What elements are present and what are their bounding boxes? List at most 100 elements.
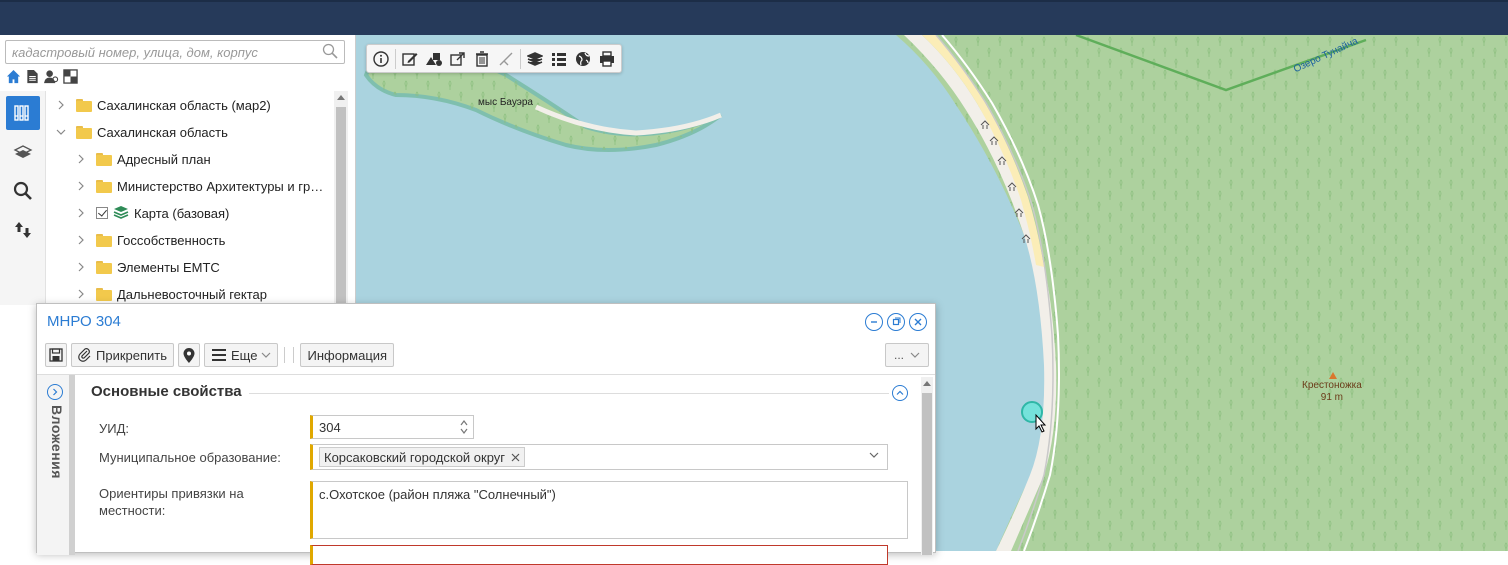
layer-tree: Сахалинская область (мар2) Сахалинская о… bbox=[50, 91, 334, 305]
municipality-label: Муниципальное образование: bbox=[99, 450, 281, 465]
locate-button[interactable] bbox=[178, 343, 201, 367]
overflow-dropdown[interactable]: ... bbox=[885, 343, 929, 367]
search-tab[interactable] bbox=[6, 174, 40, 208]
map-layer-icon bbox=[113, 205, 129, 222]
search-input[interactable] bbox=[12, 44, 322, 60]
dialog-toolbar: Прикрепить Еще Информация ... bbox=[45, 342, 929, 368]
scroll-up-icon[interactable] bbox=[923, 381, 931, 386]
tree-item-label: Элементы ЕМТС bbox=[117, 259, 220, 275]
document-icon[interactable] bbox=[24, 68, 40, 84]
toolbar-separator bbox=[395, 48, 396, 69]
info-button[interactable]: Информация bbox=[300, 343, 395, 367]
tree-item-label: Госсобственность bbox=[117, 232, 226, 248]
magnifier-icon bbox=[13, 181, 32, 200]
save-button[interactable] bbox=[45, 343, 67, 367]
edit-icon[interactable] bbox=[399, 48, 421, 70]
folder-icon bbox=[96, 179, 112, 193]
tree-item-label: Дальневосточный гектар bbox=[117, 286, 268, 302]
chevron-down-icon[interactable] bbox=[869, 452, 879, 458]
chevron-right-icon bbox=[53, 388, 58, 396]
print-icon[interactable] bbox=[596, 48, 618, 70]
measure-icon[interactable] bbox=[495, 48, 517, 70]
dialog-scrollbar[interactable] bbox=[921, 377, 933, 555]
spinner-icon[interactable] bbox=[459, 418, 469, 436]
search-icon[interactable] bbox=[322, 43, 338, 62]
person-search-icon[interactable] bbox=[43, 68, 59, 84]
minimize-button[interactable] bbox=[865, 313, 883, 331]
tree-item[interactable]: Министерство Архитектуры и гр… bbox=[76, 175, 323, 197]
chevron-right-icon[interactable] bbox=[76, 208, 86, 218]
info-icon[interactable] bbox=[370, 48, 392, 70]
tree-scrollbar[interactable] bbox=[334, 91, 348, 305]
landmarks-value: с.Охотское (район пляжа "Солнечный") bbox=[319, 487, 556, 502]
municipality-select[interactable]: Корсаковский городской округ bbox=[310, 444, 888, 470]
dialog-body: Вложения Основные свойства УИД: 304 Муни… bbox=[37, 374, 935, 565]
tree-item[interactable]: Карта (базовая) bbox=[76, 202, 229, 224]
shapes-edit-icon[interactable] bbox=[423, 48, 445, 70]
layers-icon[interactable] bbox=[524, 48, 546, 70]
chevron-right-icon[interactable] bbox=[76, 289, 86, 299]
map-stack-tab[interactable] bbox=[6, 135, 40, 169]
scrollbar-thumb[interactable] bbox=[336, 107, 346, 305]
municipality-tag-label: Корсаковский городской округ bbox=[324, 449, 506, 465]
chevron-right-icon[interactable] bbox=[56, 100, 66, 110]
scroll-up-icon[interactable] bbox=[337, 95, 345, 100]
external-link-icon[interactable] bbox=[447, 48, 469, 70]
scrollbar-thumb[interactable] bbox=[922, 393, 932, 555]
tree-item-label: Сахалинская область bbox=[97, 124, 228, 140]
uid-label: УИД: bbox=[99, 421, 130, 436]
tree-item[interactable]: Сахалинская область bbox=[56, 121, 228, 143]
chevron-right-icon[interactable] bbox=[76, 235, 86, 245]
landmarks-label: Ориентиры привязки на местности: bbox=[99, 486, 244, 518]
chevron-down-icon bbox=[262, 352, 271, 358]
tree-item[interactable]: Адресный план bbox=[76, 148, 211, 170]
map-label-peak: Крестоножка 91 m bbox=[1302, 380, 1362, 404]
restore-icon bbox=[892, 317, 901, 326]
save-icon bbox=[49, 348, 63, 362]
left-panel: Сахалинская область (мар2) Сахалинская о… bbox=[0, 35, 356, 305]
sort-tab[interactable] bbox=[6, 213, 40, 247]
grid-icon[interactable] bbox=[62, 68, 78, 84]
delete-icon[interactable] bbox=[471, 48, 493, 70]
tree-item[interactable]: Дальневосточный гектар bbox=[76, 283, 267, 305]
more-dropdown[interactable]: Еще bbox=[204, 343, 279, 367]
tree-item[interactable]: Госсобственность bbox=[76, 229, 225, 251]
chevron-right-icon[interactable] bbox=[76, 181, 86, 191]
chevron-down-icon[interactable] bbox=[56, 127, 66, 137]
attachments-label: Вложения bbox=[49, 405, 65, 479]
next-field[interactable] bbox=[310, 545, 888, 565]
map-label-cape: мыс Бауэра bbox=[478, 97, 533, 108]
uid-value: 304 bbox=[319, 420, 341, 435]
books-icon bbox=[14, 105, 29, 121]
side-rail bbox=[0, 91, 46, 305]
home-icon[interactable] bbox=[5, 68, 21, 84]
restore-button[interactable] bbox=[887, 313, 905, 331]
folder-icon bbox=[76, 98, 92, 112]
list-icon[interactable] bbox=[548, 48, 570, 70]
close-button[interactable] bbox=[909, 313, 927, 331]
expand-attachments-button[interactable] bbox=[47, 384, 63, 400]
landmarks-textarea[interactable]: с.Охотское (район пляжа "Солнечный") bbox=[310, 481, 908, 539]
folder-icon bbox=[76, 125, 92, 139]
chevron-right-icon[interactable] bbox=[76, 154, 86, 164]
tree-item[interactable]: Элементы ЕМТС bbox=[76, 256, 220, 278]
overflow-label: ... bbox=[893, 348, 904, 362]
section-divider bbox=[249, 393, 889, 394]
attach-button[interactable]: Прикрепить bbox=[71, 343, 175, 367]
quick-search-modes bbox=[5, 68, 78, 84]
collapse-section-button[interactable] bbox=[892, 385, 908, 401]
search-box bbox=[5, 40, 345, 64]
globe-icon[interactable] bbox=[572, 48, 594, 70]
menu-icon bbox=[212, 349, 227, 361]
uid-field[interactable]: 304 bbox=[310, 415, 474, 439]
tree-item-label: Сахалинская область (мар2) bbox=[97, 97, 271, 113]
stack-icon bbox=[13, 145, 33, 158]
remove-tag-icon[interactable] bbox=[511, 453, 520, 462]
chevron-right-icon[interactable] bbox=[76, 262, 86, 272]
layer-checkbox[interactable] bbox=[96, 207, 108, 219]
attachments-rail[interactable]: Вложения bbox=[37, 375, 75, 555]
dialog-title: МНРО 304 bbox=[47, 313, 121, 330]
folder-icon bbox=[96, 287, 112, 301]
tree-item[interactable]: Сахалинская область (мар2) bbox=[56, 94, 271, 116]
layers-tree-tab[interactable] bbox=[6, 96, 40, 130]
